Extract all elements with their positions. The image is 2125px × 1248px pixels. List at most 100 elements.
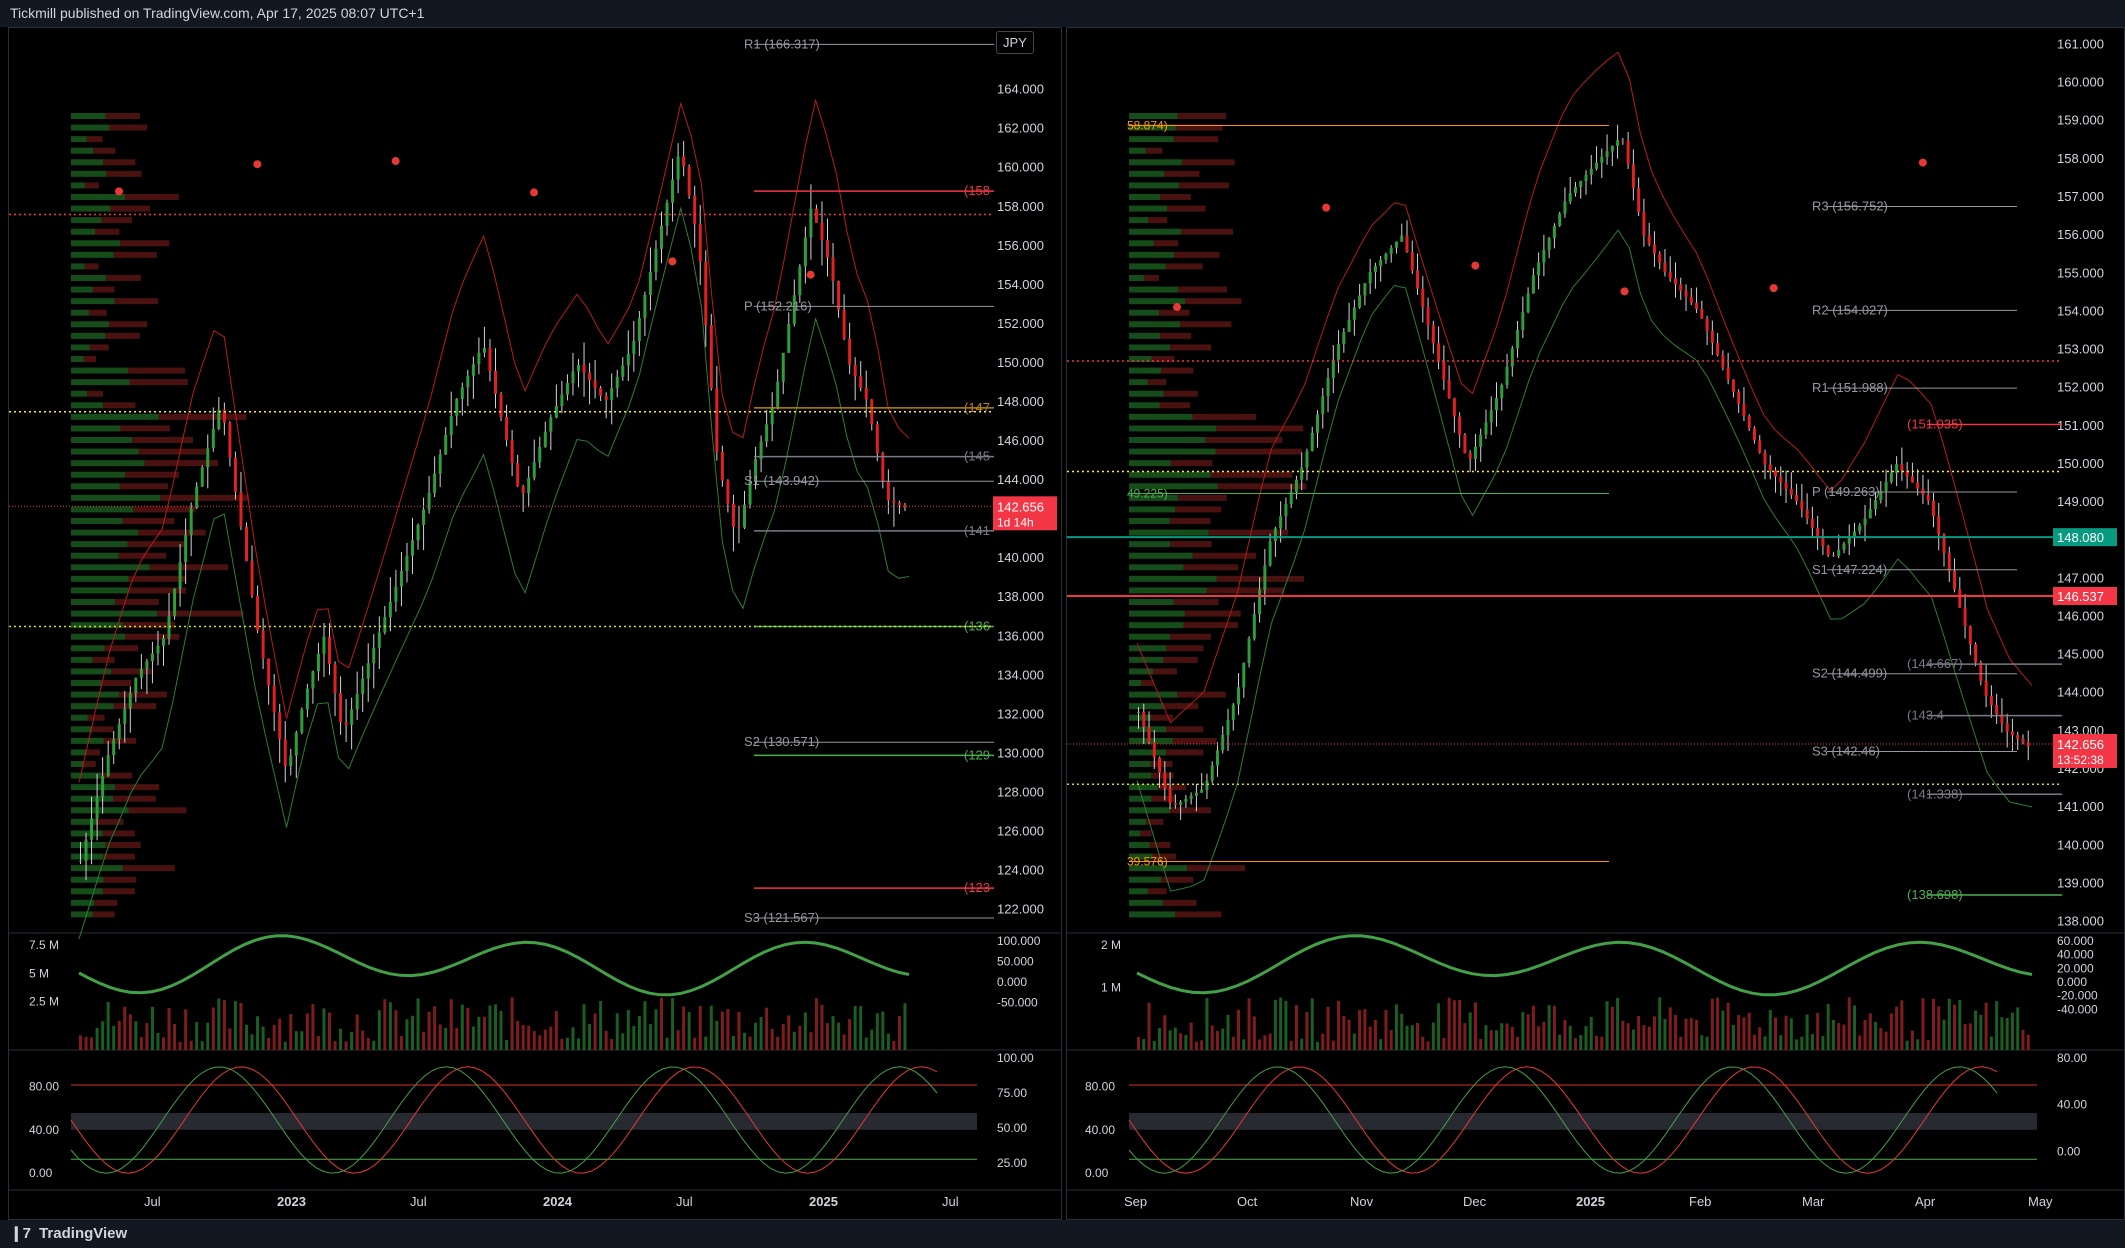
volume-bar bbox=[820, 1004, 824, 1050]
candle-body bbox=[521, 486, 525, 494]
volume-bar bbox=[1989, 1036, 1993, 1050]
volume-bar bbox=[361, 1030, 365, 1050]
marker-dot bbox=[806, 270, 815, 279]
volume-bar bbox=[1779, 1035, 1783, 1050]
volume-bar bbox=[388, 1002, 392, 1050]
volume-profile-bar bbox=[1129, 541, 1171, 548]
volume-profile-bar bbox=[1173, 136, 1219, 143]
volume-profile-bar bbox=[119, 483, 169, 490]
volume-bar bbox=[1426, 1041, 1430, 1050]
volume-bar bbox=[228, 1028, 232, 1050]
volume-bar bbox=[300, 1031, 304, 1050]
level-label: (141 bbox=[964, 523, 990, 538]
volume-profile-bar bbox=[71, 656, 93, 663]
volume-bar bbox=[1631, 1029, 1635, 1050]
volume-bar bbox=[1242, 1039, 1246, 1050]
volume-bar bbox=[826, 1023, 829, 1050]
candle-body bbox=[1742, 403, 1746, 417]
volume-profile-bar bbox=[1129, 876, 1162, 883]
candle-body bbox=[582, 364, 586, 373]
volume-bar bbox=[1610, 1006, 1614, 1050]
volume-bar bbox=[1726, 1002, 1730, 1050]
candle-body bbox=[355, 694, 359, 710]
level-label: 39.576) bbox=[1127, 854, 1168, 868]
volume-bar bbox=[1816, 1013, 1820, 1050]
volume-profile-bar bbox=[1129, 309, 1160, 316]
volume-profile-bar bbox=[71, 182, 85, 189]
candle-body bbox=[1784, 482, 1788, 489]
chart-panel-right[interactable]: 161.000 160.000 159.000 158.000 157.000 156.0… bbox=[1066, 27, 2125, 1220]
volume-bar bbox=[1742, 1017, 1746, 1050]
volume-bar bbox=[726, 1009, 730, 1050]
time-axis-label: Jul bbox=[410, 1194, 427, 1209]
volume-profile-bar bbox=[102, 853, 135, 860]
volume-bar bbox=[1984, 1002, 1988, 1050]
volume-bar bbox=[1468, 1012, 1472, 1050]
volume-profile-bar bbox=[89, 344, 109, 351]
volume-bar bbox=[438, 1024, 442, 1050]
price-axis-tick: 150.000 bbox=[2057, 456, 2104, 471]
volume-profile-bar bbox=[71, 865, 123, 872]
volume-bar bbox=[1305, 1012, 1309, 1050]
price-axis-tick: 144.000 bbox=[997, 472, 1044, 487]
candle-body bbox=[615, 376, 619, 389]
candle-body bbox=[1589, 168, 1593, 175]
volume-bar bbox=[1889, 1013, 1893, 1050]
volume-bar bbox=[715, 1020, 719, 1050]
volume-profile-bar bbox=[120, 240, 170, 247]
candle-body bbox=[1705, 318, 1709, 331]
volume-profile-bar bbox=[71, 390, 88, 397]
volume-bar bbox=[560, 1038, 564, 1050]
candle-body bbox=[494, 370, 497, 394]
stoch-axis-tick: 100.00 bbox=[997, 1051, 1034, 1065]
volume-profile-bar bbox=[1215, 448, 1303, 455]
stoch-axis-tick: 80.00 bbox=[1085, 1079, 1115, 1093]
chart-right-svg[interactable]: 161.000 160.000 159.000 158.000 157.000 156.0… bbox=[1067, 28, 2124, 1219]
volume-bar bbox=[1400, 1013, 1404, 1050]
volume-profile-bar bbox=[128, 807, 187, 814]
candle-body bbox=[1663, 262, 1667, 272]
currency-badge[interactable]: JPY bbox=[996, 31, 1034, 54]
volume-bar bbox=[1916, 1039, 1920, 1050]
volume-profile-bar bbox=[87, 390, 104, 397]
candle-body bbox=[1373, 266, 1377, 273]
volume-bar bbox=[150, 1006, 154, 1050]
stoch-axis-tick: 50.00 bbox=[997, 1121, 1027, 1135]
volume-profile-bar bbox=[138, 529, 206, 536]
volume-bar bbox=[803, 1012, 807, 1050]
candle-body bbox=[1347, 319, 1351, 332]
candle-body bbox=[1584, 174, 1588, 181]
volume-oscillator-line bbox=[78, 934, 910, 997]
candle-body bbox=[1579, 180, 1583, 188]
volume-bar bbox=[1731, 1025, 1735, 1050]
volume-profile-bar bbox=[1129, 691, 1178, 698]
price-axis-tick: 157.000 bbox=[2057, 189, 2104, 204]
candle-body bbox=[737, 526, 741, 528]
volume-bar bbox=[682, 1006, 686, 1050]
volume-profile-bar bbox=[71, 911, 93, 918]
chart-left-svg[interactable]: 164.000 162.000 160.000 158.000 156.000 154.0… bbox=[9, 28, 1061, 1219]
volume-bar bbox=[527, 1025, 531, 1050]
candle-body bbox=[1263, 565, 1267, 590]
volume-profile-bar bbox=[71, 633, 126, 640]
volume-profile-bar bbox=[1162, 899, 1197, 906]
price-axis-tick: 149.000 bbox=[2057, 494, 2104, 509]
volume-bar bbox=[1342, 1015, 1346, 1050]
candle-body bbox=[1452, 398, 1456, 417]
volume-bar bbox=[1447, 997, 1451, 1050]
volume-bar bbox=[1674, 1015, 1677, 1050]
volume-bar bbox=[1768, 1010, 1772, 1050]
price-axis-tick: 128.000 bbox=[997, 784, 1044, 799]
candle-body bbox=[427, 492, 431, 510]
volume-bar bbox=[1863, 1019, 1867, 1050]
pivot-label: R2 (154.027) bbox=[1812, 302, 1888, 317]
chart-panel-left[interactable]: 164.000 162.000 160.000 158.000 156.000 154.0… bbox=[8, 27, 1062, 1220]
candle-body bbox=[1484, 422, 1488, 435]
marker-dot bbox=[1471, 261, 1480, 270]
candle-body bbox=[1363, 283, 1367, 296]
volume-bar bbox=[1421, 1036, 1425, 1050]
level-label: (138.698) bbox=[1907, 887, 1963, 902]
volume-bar bbox=[610, 1039, 614, 1050]
volume-bar bbox=[554, 1011, 558, 1050]
candle-body bbox=[294, 732, 298, 756]
